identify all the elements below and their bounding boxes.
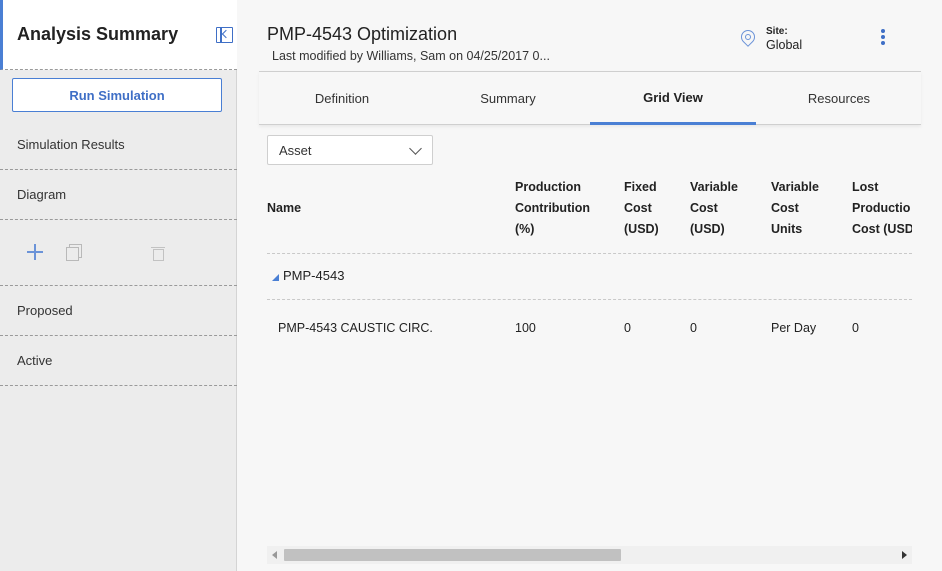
column-header-lost-production-cost[interactable]: Lost Productio Cost (USD: [852, 177, 912, 240]
more-options-icon[interactable]: [878, 28, 888, 46]
column-header-variable-cost[interactable]: Variable Cost (USD): [690, 177, 738, 240]
scroll-right-icon[interactable]: [902, 551, 907, 559]
sidebar-item-diagram[interactable]: Diagram: [0, 170, 237, 220]
tab-grid-view[interactable]: Grid View: [590, 72, 756, 125]
column-header-name[interactable]: Name: [267, 198, 301, 219]
tab-resources[interactable]: Resources: [756, 72, 922, 125]
horizontal-scrollbar[interactable]: [267, 546, 912, 564]
group-label: PMP-4543: [283, 268, 345, 283]
tab-definition[interactable]: Definition: [259, 72, 425, 125]
cell-name: PMP-4543 CAUSTIC CIRC.: [278, 321, 433, 335]
scroll-left-icon[interactable]: [272, 551, 277, 559]
tab-bar: Definition Summary Grid View Resources: [259, 71, 921, 125]
group-row[interactable]: PMP-4543: [267, 254, 912, 300]
asset-dropdown[interactable]: Asset: [267, 135, 433, 165]
cell-fixed-cost: 0: [624, 321, 631, 335]
cell-variable-cost-units: Per Day: [771, 321, 817, 335]
trash-icon[interactable]: [150, 244, 166, 261]
sidebar-item-simulation-results[interactable]: Simulation Results: [0, 120, 237, 170]
column-header-fixed-cost[interactable]: Fixed Cost (USD): [624, 177, 659, 240]
tab-summary[interactable]: Summary: [425, 72, 591, 125]
main-content: PMP-4543 Optimization Last modified by W…: [238, 0, 942, 571]
sidebar-toolbar: [0, 220, 237, 286]
cell-lost-production-cost: 0: [852, 321, 859, 335]
chevron-down-icon: [409, 142, 422, 155]
sidebar-header: Analysis Summary: [0, 0, 237, 70]
results-grid: Name Production Contribution (%) Fixed C…: [267, 170, 912, 345]
site-label: Site:: [766, 26, 788, 37]
asset-dropdown-value: Asset: [279, 142, 312, 158]
run-simulation-button[interactable]: Run Simulation: [12, 78, 222, 112]
cell-variable-cost: 0: [690, 321, 697, 335]
sidebar-item-active[interactable]: Active: [0, 336, 237, 386]
expand-triangle-icon[interactable]: [272, 274, 279, 281]
column-header-production-contribution[interactable]: Production Contribution (%): [515, 177, 590, 240]
collapse-sidebar-icon[interactable]: [216, 27, 233, 43]
plus-icon[interactable]: [27, 244, 43, 260]
site-value: Global: [766, 38, 803, 52]
sidebar-title: Analysis Summary: [17, 24, 179, 44]
sidebar-item-proposed[interactable]: Proposed: [0, 286, 237, 336]
copy-icon[interactable]: [66, 244, 82, 261]
page-subtitle: Last modified by Williams, Sam on 04/25/…: [272, 49, 550, 63]
scrollbar-thumb[interactable]: [284, 549, 621, 561]
sidebar: Analysis Summary Run Simulation Simulati…: [0, 0, 237, 571]
page-title: PMP-4543 Optimization: [267, 24, 458, 44]
cell-production-contribution: 100: [515, 321, 536, 335]
location-pin-icon: [740, 30, 754, 48]
column-header-variable-cost-units[interactable]: Variable Cost Units: [771, 177, 819, 240]
